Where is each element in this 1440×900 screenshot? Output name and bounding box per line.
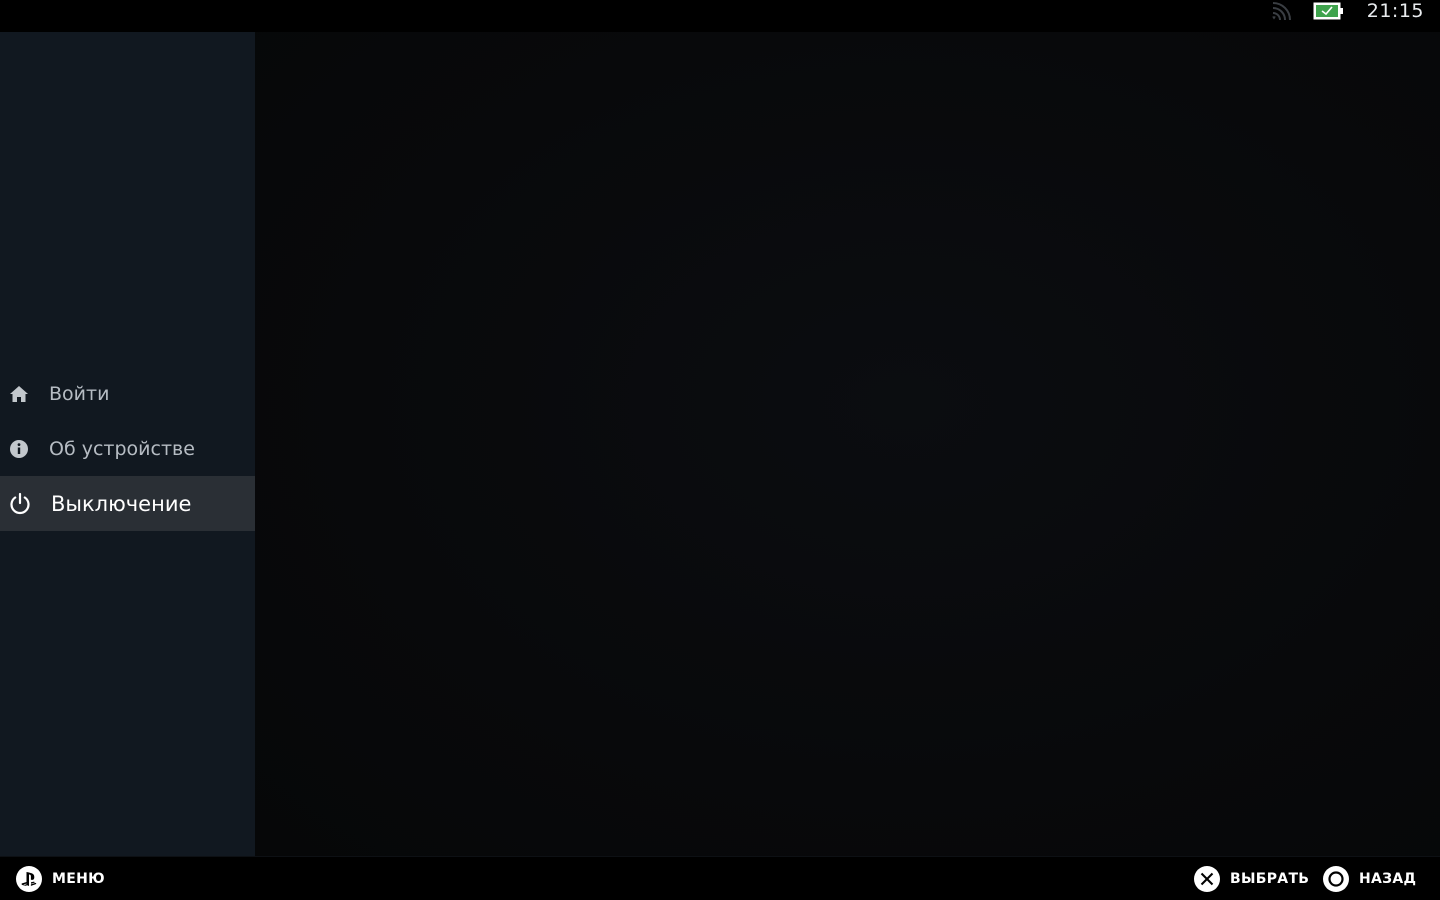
cross-button-icon	[1194, 866, 1220, 892]
sidebar-item-power-off[interactable]: Выключение	[0, 476, 255, 531]
sidebar-item-label: Выключение	[51, 491, 192, 516]
sidebar-item-about-device[interactable]: Об устройстве	[0, 421, 255, 476]
sidebar-item-label: Войти	[49, 382, 110, 405]
playstation-icon	[16, 866, 42, 892]
battery-charging-icon	[1313, 2, 1345, 20]
back-hint-button[interactable]: НАЗАД	[1323, 865, 1416, 893]
sidebar-item-login[interactable]: Войти	[0, 366, 255, 421]
clock: 21:15	[1366, 0, 1424, 22]
bottom-hint-bar: МЕНЮ ВЫБРАТЬ НАЗАД	[0, 856, 1440, 900]
select-hint-label: ВЫБРАТЬ	[1230, 871, 1310, 887]
select-hint-button[interactable]: ВЫБРАТЬ	[1194, 865, 1309, 893]
wifi-icon	[1271, 2, 1291, 20]
status-indicators: 21:15	[1271, 0, 1424, 22]
back-hint-label: НАЗАД	[1359, 871, 1417, 887]
screen: 21:15 Войти Об устройстве Выключение МЕН…	[0, 0, 1440, 900]
menu-hint-label: МЕНЮ	[52, 871, 105, 887]
status-bar: 21:15	[0, 0, 1440, 32]
menu-hint-button[interactable]: МЕНЮ	[16, 865, 105, 893]
main-content	[255, 32, 1440, 856]
home-icon	[8, 383, 30, 405]
sidebar-menu: Войти Об устройстве Выключение	[0, 366, 255, 531]
power-icon	[7, 491, 33, 517]
circle-button-icon	[1323, 866, 1349, 892]
info-icon	[8, 438, 30, 460]
sidebar: Войти Об устройстве Выключение	[0, 32, 255, 856]
sidebar-item-label: Об устройстве	[49, 437, 195, 460]
